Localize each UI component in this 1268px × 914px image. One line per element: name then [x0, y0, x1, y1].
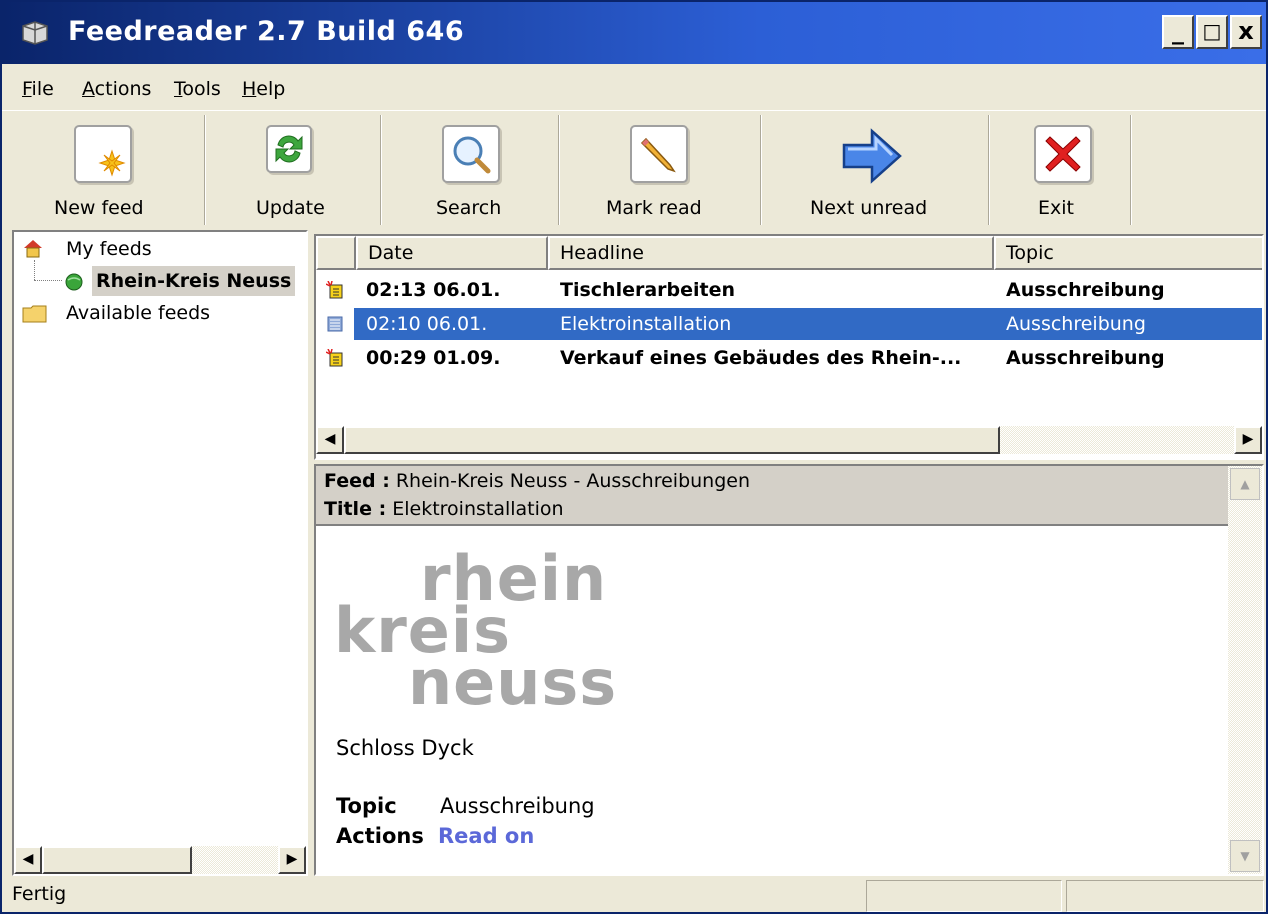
article-preview: Feed : Rhein-Kreis Neuss - Ausschreibung… — [314, 464, 1264, 876]
title-value: Elektroinstallation — [392, 498, 564, 520]
scroll-up-icon[interactable]: ▲ — [1230, 468, 1260, 500]
menu-actions-accel: A — [82, 78, 95, 100]
menu-actions[interactable]: Actions — [82, 78, 151, 100]
item-date: 02:13 06.01. — [366, 279, 501, 301]
status-pane — [866, 880, 1062, 912]
column-header-icon[interactable] — [316, 236, 356, 270]
tree-connector — [34, 280, 62, 281]
minimize-button[interactable]: _ — [1162, 15, 1194, 49]
status-text: Fertig — [12, 883, 67, 905]
item-topic: Ausschreibung — [1006, 347, 1165, 369]
update-icon — [266, 125, 312, 173]
toolbar-separator — [760, 115, 762, 225]
new-feed-icon — [74, 125, 132, 183]
item-headline: Tischlerarbeiten — [560, 279, 736, 301]
mark-read-label: Mark read — [606, 197, 702, 219]
next-unread-label: Next unread — [810, 197, 928, 219]
new-item-icon — [326, 349, 343, 367]
list-item-selected[interactable]: 02:10 06.01. Elektroinstallation Ausschr… — [316, 308, 1262, 340]
title-bar[interactable]: Feedreader 2.7 Build 646 _ □ x — [2, 2, 1266, 64]
new-feed-label: New feed — [54, 197, 144, 219]
status-bar: Fertig — [2, 878, 1266, 912]
status-pane — [1066, 880, 1264, 912]
item-date: 02:10 06.01. — [366, 313, 488, 335]
body-text: Schloss Dyck — [336, 736, 474, 760]
scroll-right-icon[interactable]: ▶ — [1234, 426, 1262, 454]
toolbar: New feed Update Search Mark read Next un… — [2, 110, 1266, 228]
headline-list[interactable]: Date Headline Topic 02:13 06.01. Tischle… — [314, 234, 1264, 460]
list-horizontal-scrollbar[interactable]: ◀ ▶ — [316, 426, 1262, 454]
menu-file-label: ile — [31, 78, 54, 100]
item-headline: Verkauf eines Gebäudes des Rhein-... — [560, 347, 962, 369]
menu-tools[interactable]: Tools — [174, 78, 221, 100]
read-on-link[interactable]: Read on — [438, 824, 534, 848]
feed-value: Rhein-Kreis Neuss - Ausschreibungen — [395, 470, 751, 492]
exit-icon — [1034, 125, 1092, 183]
item-headline: Elektroinstallation — [560, 313, 732, 335]
menu-help-label: elp — [256, 78, 286, 100]
search-icon — [442, 125, 500, 183]
menu-help[interactable]: Help — [242, 78, 285, 100]
feed-label: Feed : — [324, 470, 390, 492]
new-item-icon — [326, 281, 343, 299]
toolbar-separator — [380, 115, 382, 225]
menu-tools-label: ools — [182, 78, 221, 100]
update-label: Update — [256, 197, 325, 219]
title-label: Title : — [324, 498, 387, 520]
pencil-icon — [630, 125, 688, 183]
logo-line-3: neuss — [408, 646, 618, 719]
menu-help-accel: H — [242, 78, 257, 100]
scroll-thumb[interactable] — [42, 846, 192, 874]
preview-title-line: Title : Elektroinstallation — [324, 498, 564, 520]
column-header-date[interactable]: Date — [356, 236, 548, 270]
toolbar-separator — [558, 115, 560, 225]
menu-bar: File Actions Tools Help — [2, 72, 1266, 108]
actions-label: Actions — [336, 824, 424, 848]
toolbar-separator — [988, 115, 990, 225]
read-item-icon — [327, 316, 343, 332]
tree-label-my-feeds: My feeds — [66, 238, 152, 260]
tree-horizontal-scrollbar[interactable]: ◀ ▶ — [14, 846, 306, 874]
scroll-right-icon[interactable]: ▶ — [278, 846, 306, 874]
column-header-topic[interactable]: Topic — [994, 236, 1262, 270]
scroll-left-icon[interactable]: ◀ — [14, 846, 42, 874]
home-icon — [24, 240, 42, 258]
menu-actions-label: ctions — [94, 78, 152, 100]
tree-label-available-feeds: Available feeds — [66, 302, 211, 324]
exit-label: Exit — [1038, 197, 1074, 219]
list-item[interactable]: 02:13 06.01. Tischlerarbeiten Ausschreib… — [316, 274, 1262, 306]
toolbar-separator — [204, 115, 206, 225]
globe-icon — [65, 273, 83, 291]
feed-tree[interactable]: My feeds Rhein-Kreis Neuss Available fee… — [12, 230, 308, 876]
topic-value: Ausschreibung — [440, 794, 595, 818]
toolbar-separator — [1130, 115, 1132, 225]
topic-label: Topic — [336, 794, 397, 818]
preview-vertical-scrollbar[interactable]: ▲ ▼ — [1228, 466, 1262, 874]
scroll-left-icon[interactable]: ◀ — [316, 426, 344, 454]
main-window: Feedreader 2.7 Build 646 _ □ x File Acti… — [0, 0, 1268, 914]
item-topic: Ausschreibung — [1006, 313, 1146, 335]
tree-label-feed: Rhein-Kreis Neuss — [92, 266, 296, 296]
arrow-right-icon — [842, 128, 902, 184]
close-button[interactable]: x — [1230, 15, 1262, 49]
item-topic: Ausschreibung — [1006, 279, 1165, 301]
tree-connector — [34, 260, 35, 280]
scroll-down-icon[interactable]: ▼ — [1230, 840, 1260, 872]
menu-file-accel: F — [22, 78, 32, 100]
preview-feed-line: Feed : Rhein-Kreis Neuss - Ausschreibung… — [324, 470, 750, 492]
folder-icon — [22, 305, 47, 323]
preview-header: Feed : Rhein-Kreis Neuss - Ausschreibung… — [316, 466, 1228, 526]
window-title: Feedreader 2.7 Build 646 — [68, 16, 465, 47]
maximize-button[interactable]: □ — [1196, 15, 1228, 49]
search-label: Search — [436, 197, 502, 219]
item-date: 00:29 01.09. — [366, 347, 501, 369]
list-item[interactable]: 00:29 01.09. Verkauf eines Gebäudes des … — [316, 342, 1262, 374]
scroll-thumb[interactable] — [344, 426, 1000, 454]
column-header-headline[interactable]: Headline — [548, 236, 994, 270]
menu-file[interactable]: File — [22, 78, 54, 100]
app-icon — [22, 21, 48, 45]
